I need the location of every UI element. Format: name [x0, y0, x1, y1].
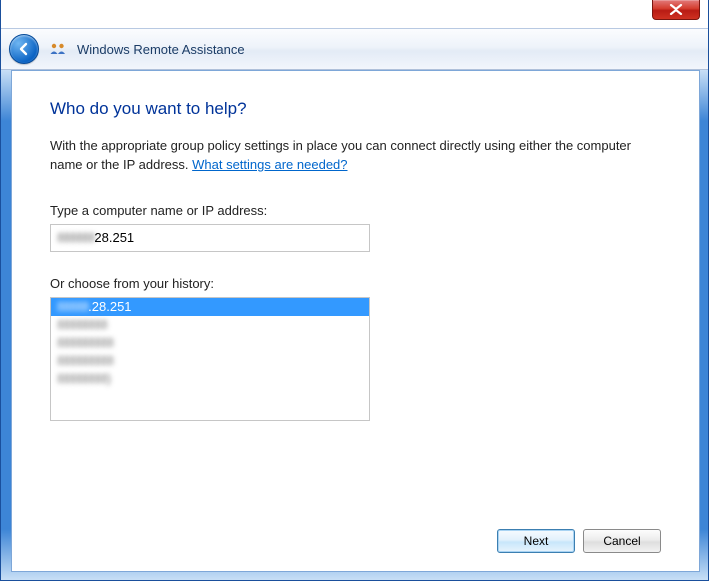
history-item[interactable]: 88888888: [51, 316, 369, 334]
close-button[interactable]: [652, 0, 700, 20]
history-item[interactable]: 888888888: [51, 352, 369, 370]
wizard-window: Windows Remote Assistance Who do you wan…: [0, 0, 709, 581]
history-label: Or choose from your history:: [50, 276, 661, 291]
header-title: Windows Remote Assistance: [77, 42, 245, 57]
history-item[interactable]: 88888.28.251: [51, 298, 369, 316]
cancel-button[interactable]: Cancel: [583, 529, 661, 553]
next-button[interactable]: Next: [497, 529, 575, 553]
close-icon: [669, 4, 683, 15]
address-input[interactable]: 88888828.251: [50, 224, 370, 252]
settings-help-link[interactable]: What settings are needed?: [192, 157, 347, 172]
obscured-text: 888888: [57, 230, 94, 245]
history-item-text: .28.251: [88, 299, 131, 314]
history-item[interactable]: 88888888): [51, 370, 369, 388]
history-listbox[interactable]: 88888.28.251 88888888 888888888 88888888…: [50, 297, 370, 421]
content-panel: Who do you want to help? With the approp…: [11, 70, 700, 572]
address-label: Type a computer name or IP address:: [50, 203, 661, 218]
back-button[interactable]: [9, 34, 39, 64]
page-title: Who do you want to help?: [50, 99, 661, 119]
content-wrap: Who do you want to help? With the approp…: [1, 70, 708, 580]
button-row: Next Cancel: [50, 521, 661, 553]
remote-assistance-icon: [49, 40, 67, 58]
title-bar: [1, 0, 708, 28]
history-item[interactable]: 888888888: [51, 334, 369, 352]
back-arrow-icon: [16, 41, 32, 57]
header-bar: Windows Remote Assistance: [1, 28, 708, 70]
page-description: With the appropriate group policy settin…: [50, 137, 661, 175]
address-value: 28.251: [94, 230, 134, 245]
obscured-text: 88888: [57, 299, 88, 315]
